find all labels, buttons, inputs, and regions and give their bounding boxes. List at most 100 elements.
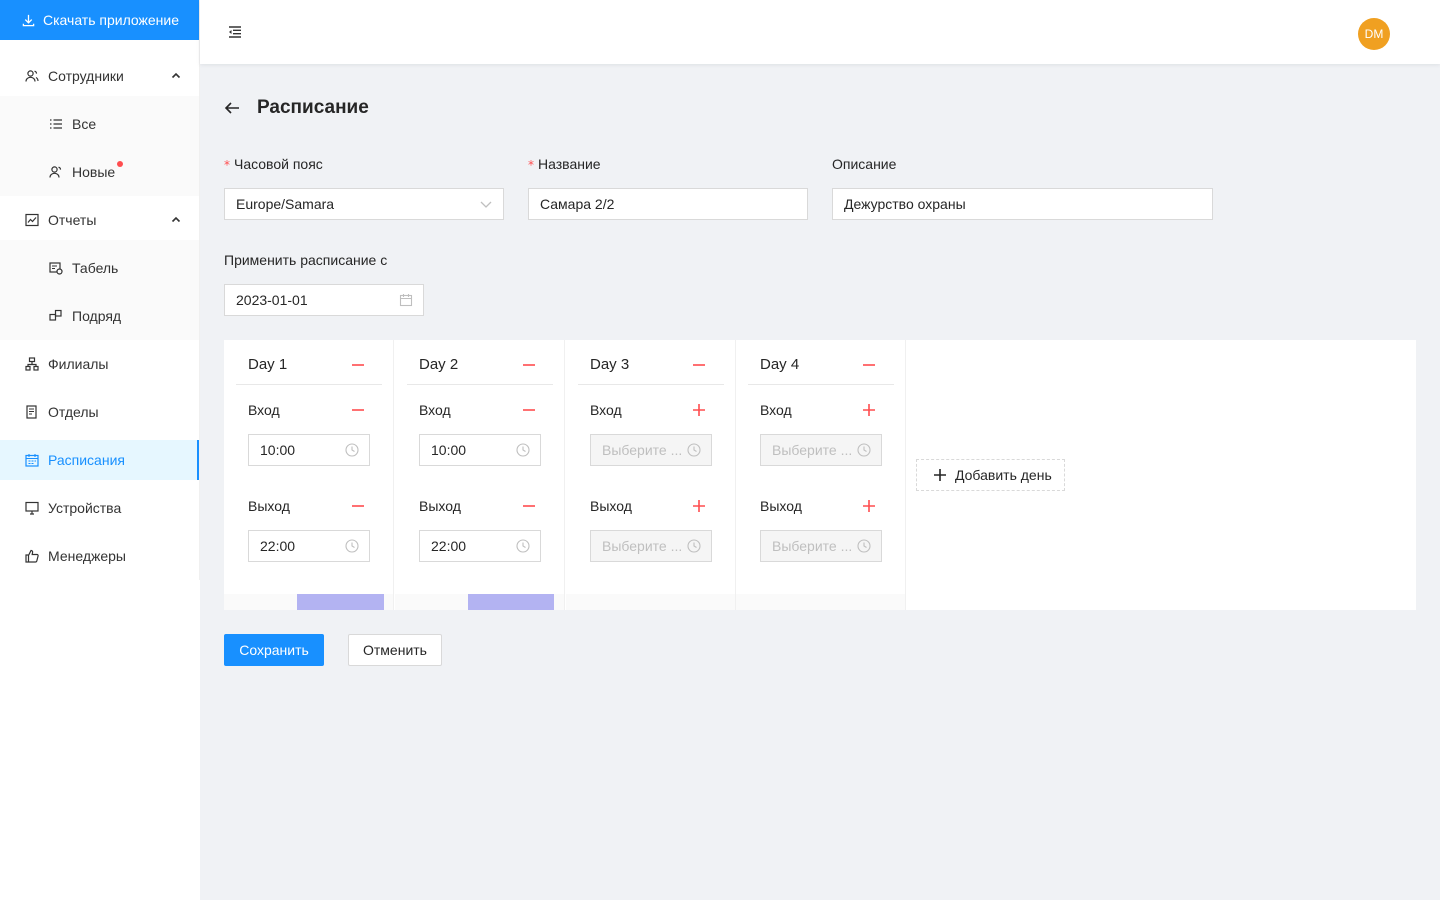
chevron-down-icon — [480, 201, 492, 208]
add-entry-icon[interactable] — [691, 402, 707, 418]
remove-entry-icon[interactable] — [350, 402, 366, 418]
exit-label: Выход — [248, 498, 290, 514]
timezone-label: * Часовой пояс — [224, 156, 323, 172]
save-button[interactable]: Сохранить — [224, 634, 324, 666]
description-value: Дежурство охраны — [844, 196, 966, 212]
page-title: Расписание — [257, 97, 369, 118]
exit-time-value: 22:00 — [431, 538, 467, 554]
clock-icon — [687, 443, 701, 457]
desktop-icon — [24, 500, 40, 516]
plus-icon — [934, 469, 946, 481]
add-exit-icon[interactable] — [691, 498, 707, 514]
entry-time-value: 10:00 — [260, 442, 296, 458]
entry-label: Вход — [419, 402, 451, 418]
day-title: Day 4 — [760, 356, 800, 373]
download-app-button[interactable]: Скачать приложение — [0, 0, 199, 40]
users-icon — [24, 68, 40, 84]
sidebar-item-label: Все — [72, 116, 97, 132]
scrollbar-thumb[interactable] — [468, 594, 554, 610]
exit-time-picker: Выберите ... — [760, 530, 882, 562]
name-value: Самара 2/2 — [540, 196, 615, 212]
sidebar-item-employees[interactable]: Сотрудники — [0, 56, 199, 96]
exit-time-picker[interactable]: 22:00 — [419, 530, 541, 562]
sidebar-item-managers[interactable]: Менеджеры — [0, 536, 199, 576]
exit-time-placeholder: Выберите ... — [772, 538, 853, 554]
apply-from-label: Применить расписание с — [224, 252, 388, 268]
add-exit-icon[interactable] — [861, 498, 877, 514]
sidebar-item-contract[interactable]: Подряд — [0, 296, 199, 336]
sidebar-item-schedules[interactable]: Расписания — [0, 440, 200, 480]
entry-time-placeholder: Выберите ... — [602, 442, 683, 458]
remove-entry-icon[interactable] — [521, 402, 537, 418]
required-mark: * — [528, 158, 534, 172]
column-scrollbar[interactable] — [395, 594, 564, 610]
day-title: Day 1 — [248, 356, 288, 373]
exit-time-picker: Выберите ... — [590, 530, 712, 562]
branches-icon — [24, 356, 40, 372]
entry-time-value: 10:00 — [431, 442, 467, 458]
entry-label: Вход — [760, 402, 792, 418]
remove-day-icon[interactable] — [861, 357, 877, 373]
add-day-button[interactable]: Добавить день — [916, 459, 1065, 491]
description-label: Описание — [832, 156, 897, 172]
day-column: Day 1 Вход 10:00 Выход 22:00 — [224, 340, 394, 610]
required-mark: * — [224, 158, 230, 172]
description-input[interactable]: Дежурство охраны — [832, 188, 1213, 220]
sidebar-item-branches[interactable]: Филиалы — [0, 344, 199, 384]
remove-day-icon[interactable] — [691, 357, 707, 373]
name-input[interactable]: Самара 2/2 — [528, 188, 808, 220]
entry-time-picker[interactable]: 10:00 — [419, 434, 541, 466]
column-scrollbar — [566, 594, 735, 610]
sidebar-item-timesheet[interactable]: Табель — [0, 248, 199, 288]
sidebar-item-departments[interactable]: Отделы — [0, 392, 199, 432]
entry-time-picker[interactable]: 10:00 — [248, 434, 370, 466]
sidebar-item-label: Филиалы — [48, 356, 109, 372]
exit-time-placeholder: Выберите ... — [602, 538, 683, 554]
remove-day-icon[interactable] — [350, 357, 366, 373]
day-title: Day 3 — [590, 356, 630, 373]
apply-from-value: 2023-01-01 — [236, 292, 308, 308]
chart-icon — [24, 212, 40, 228]
remove-day-icon[interactable] — [521, 357, 537, 373]
back-arrow-icon[interactable] — [224, 100, 240, 116]
sidebar-item-label: Новые — [72, 164, 116, 180]
exit-time-picker[interactable]: 22:00 — [248, 530, 370, 562]
entry-time-picker: Выберите ... — [760, 434, 882, 466]
timezone-select[interactable]: Europe/Samara — [224, 188, 504, 220]
day-column: Day 3 Вход Выберите ... Выход Выберите .… — [566, 340, 736, 610]
entry-label: Вход — [590, 402, 622, 418]
sidebar-item-reports[interactable]: Отчеты — [0, 200, 199, 240]
avatar[interactable]: DM — [1358, 18, 1390, 50]
day-title: Day 2 — [419, 356, 459, 373]
name-label: * Название — [528, 156, 601, 172]
clock-icon — [857, 443, 871, 457]
day-column: Day 2 Вход 10:00 Выход 22:00 — [395, 340, 565, 610]
notification-dot — [117, 161, 123, 167]
like-icon — [24, 548, 40, 564]
sidebar-item-all[interactable]: Все — [0, 104, 199, 144]
blocks-icon — [48, 308, 64, 324]
sidebar-item-new[interactable]: Новые — [0, 152, 199, 192]
list-icon — [48, 116, 64, 132]
timesheet-icon — [48, 260, 64, 276]
cancel-button[interactable]: Отменить — [348, 634, 442, 666]
apply-from-date-picker[interactable]: 2023-01-01 — [224, 284, 424, 316]
remove-exit-icon[interactable] — [350, 498, 366, 514]
exit-time-value: 22:00 — [260, 538, 296, 554]
download-app-label: Скачать приложение — [43, 12, 180, 28]
sidebar: Скачать приложение Сотрудники Все Новые … — [0, 0, 200, 900]
add-day-label: Добавить день — [955, 467, 1052, 483]
column-scrollbar[interactable] — [224, 594, 393, 610]
menu-fold-icon[interactable] — [227, 24, 243, 40]
chevron-up-icon — [171, 72, 181, 79]
remove-exit-icon[interactable] — [521, 498, 537, 514]
sidebar-item-label: Отделы — [48, 404, 99, 420]
scrollbar-thumb[interactable] — [297, 594, 384, 610]
sidebar-item-label: Расписания — [48, 452, 125, 468]
add-entry-icon[interactable] — [861, 402, 877, 418]
sidebar-item-devices[interactable]: Устройства — [0, 488, 199, 528]
clock-icon — [857, 539, 871, 553]
timezone-value: Europe/Samara — [236, 196, 335, 212]
sidebar-item-label: Менеджеры — [48, 548, 126, 564]
clock-icon — [345, 443, 359, 457]
